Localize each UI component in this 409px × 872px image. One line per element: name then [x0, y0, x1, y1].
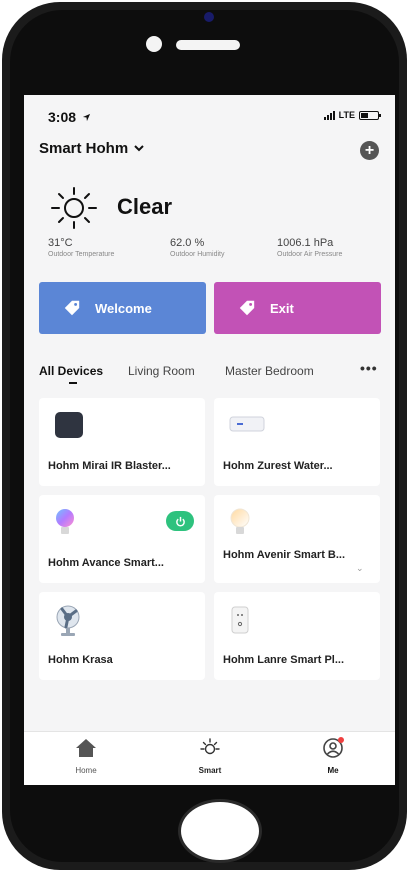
metric-value: 1006.1 hPa — [277, 237, 334, 249]
metric-value: 31°C — [48, 237, 73, 249]
power-toggle-button[interactable] — [166, 511, 194, 531]
home-icon — [76, 739, 96, 757]
more-tabs-button[interactable]: ••• — [360, 360, 378, 376]
metric-label: Outdoor Air Pressure — [277, 251, 343, 258]
bottom-tab-bar: Home Smart Me — [24, 731, 395, 785]
tabbar-label: Smart — [198, 766, 222, 775]
device-name: Hohm Krasa — [48, 654, 113, 666]
device-card[interactable]: Hohm Mirai IR Blaster... — [39, 398, 205, 486]
weather-condition: Clear — [117, 194, 173, 219]
expand-chevron-icon[interactable]: ⌄ — [356, 563, 364, 574]
status-bar: 3:08 LTE — [24, 95, 395, 133]
plus-icon: + — [364, 142, 375, 159]
metric-temperature: 31°C Outdoor Temperature — [48, 237, 114, 258]
metric-humidity: 62.0 % Outdoor Humidity — [170, 237, 224, 258]
tag-icon — [64, 300, 80, 316]
front-camera — [146, 36, 162, 52]
tabbar-label: Me — [327, 766, 339, 775]
scene-exit-button[interactable]: Exit — [214, 282, 381, 334]
tabbar-item-smart[interactable]: Smart — [180, 738, 240, 775]
device-name: Hohm Zurest Water... — [223, 460, 333, 472]
active-tab-indicator — [69, 382, 77, 384]
device-card[interactable]: Hohm Krasa — [39, 592, 205, 680]
metric-label: Outdoor Temperature — [48, 251, 115, 258]
scene-welcome-button[interactable]: Welcome — [39, 282, 206, 334]
device-name: Hohm Avenir Smart B... — [223, 549, 346, 561]
device-card[interactable]: Hohm Lanre Smart Pl... — [214, 592, 380, 680]
device-card[interactable]: Hohm Avance Smart... — [39, 495, 205, 583]
rgb-bulb-icon — [56, 509, 74, 534]
notification-dot — [338, 737, 344, 743]
device-card[interactable]: Hohm Zurest Water... — [214, 398, 380, 486]
earpiece-speaker — [176, 40, 240, 50]
bulb-icon — [230, 508, 250, 534]
device-card[interactable]: Hohm Avenir Smart B... ⌄ — [214, 495, 380, 583]
carrier-label: LTE — [338, 110, 355, 120]
tab-all-devices[interactable]: All Devices — [39, 364, 103, 378]
metric-pressure: 1006.1 hPa Outdoor Air Pressure — [277, 237, 342, 258]
power-icon — [175, 516, 185, 526]
tag-icon — [239, 300, 255, 316]
metric-value: 62.0 % — [170, 237, 205, 249]
app-screen: 3:08 LTE Smart Hohm + Clear 31°C Outdoor… — [24, 95, 395, 785]
device-name: Hohm Mirai IR Blaster... — [48, 460, 171, 472]
physical-home-button[interactable] — [178, 799, 262, 863]
status-right: LTE — [323, 110, 381, 120]
device-name: Hohm Avance Smart... — [48, 557, 164, 569]
tabbar-item-home[interactable]: Home — [56, 738, 116, 775]
chevron-down-icon — [134, 145, 144, 152]
metric-label: Outdoor Humidity — [170, 251, 225, 258]
signal-icon — [323, 110, 335, 120]
battery-icon — [359, 110, 381, 120]
add-device-button[interactable]: + — [360, 141, 379, 160]
sun-icon — [200, 738, 220, 755]
scene-label: Welcome — [95, 300, 152, 316]
water-heater-icon — [229, 416, 265, 432]
device-name: Hohm Lanre Smart Pl... — [223, 654, 345, 666]
tabbar-item-me[interactable]: Me — [303, 737, 363, 775]
room-tabs: All Devices Living Room Master Bedroom •… — [24, 360, 395, 386]
tabbar-label: Home — [75, 766, 97, 775]
fan-icon — [56, 605, 80, 636]
home-selector[interactable]: Smart Hohm — [39, 140, 144, 157]
home-name: Smart Hohm — [39, 140, 129, 157]
scene-label: Exit — [270, 300, 294, 316]
tab-master-bedroom[interactable]: Master Bedroom — [225, 364, 335, 378]
ir-blaster-icon — [55, 412, 83, 438]
smart-plug-icon — [231, 606, 249, 634]
location-arrow-icon — [82, 113, 91, 122]
sun-weather-icon — [51, 187, 97, 229]
tab-living-room[interactable]: Living Room — [128, 364, 195, 378]
status-time: 3:08 — [48, 109, 91, 125]
front-camera-lens — [204, 12, 214, 22]
